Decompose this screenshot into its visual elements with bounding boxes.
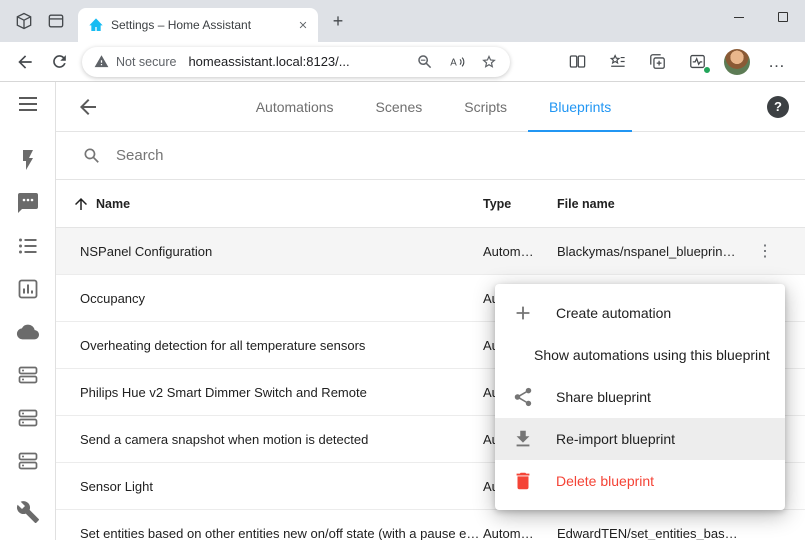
maximize-icon (778, 12, 788, 22)
menu-item-reimport-blueprint[interactable]: Re-import blueprint (495, 418, 785, 460)
security-label: Not secure (116, 55, 176, 69)
menu-item-show-automations[interactable]: Show automations using this blueprint (495, 334, 785, 376)
row-type: Autom… (483, 244, 557, 259)
window-controls (717, 0, 805, 34)
essentials-status-dot (703, 66, 711, 74)
menu-item-label: Delete blueprint (556, 473, 654, 489)
tab-scripts[interactable]: Scripts (443, 82, 528, 132)
search-field[interactable]: Search (56, 132, 805, 180)
tab-actions-icon[interactable] (40, 5, 72, 37)
new-tab-button[interactable]: + (324, 7, 352, 35)
menu-item-label: Share blueprint (556, 389, 651, 405)
back-button[interactable] (8, 45, 42, 79)
ha-header: Automations Scenes Scripts Blueprints ? (56, 82, 805, 132)
sidebar-energy-icon[interactable] (16, 148, 40, 172)
browser-tab[interactable]: Settings – Home Assistant (78, 8, 318, 42)
sidebar-developer-tools-icon[interactable] (16, 500, 40, 524)
menu-item-label: Create automation (556, 305, 671, 321)
column-header-name[interactable]: Name (56, 195, 483, 213)
row-file: EdwardTEN/set_entities_bas… (557, 526, 747, 540)
sidebar-server-icon-3[interactable] (16, 449, 40, 473)
column-header-file[interactable]: File name (557, 197, 747, 211)
address-bar[interactable]: Not secure homeassistant.local:8123/... … (82, 47, 510, 77)
home-assistant-page: Automations Scenes Scripts Blueprints ? … (0, 82, 805, 540)
address-bar-icons: A (416, 53, 498, 71)
menu-item-share-blueprint[interactable]: Share blueprint (495, 376, 785, 418)
avatar-image (724, 49, 750, 75)
collections-icon[interactable] (637, 45, 677, 79)
row-file: Blackymas/nspanel_blueprin… (557, 244, 747, 259)
ha-nav-tabs: Automations Scenes Scripts Blueprints (100, 82, 767, 132)
sort-ascending-icon (72, 195, 90, 213)
more-icon: … (768, 52, 786, 72)
profile-avatar[interactable] (717, 45, 757, 79)
zoom-out-icon[interactable] (416, 53, 434, 71)
sidebar-cloud-icon[interactable] (16, 320, 40, 344)
sidebar-server-icon-1[interactable] (16, 363, 40, 387)
menu-item-label: Re-import blueprint (556, 431, 675, 447)
svg-text:A: A (450, 57, 457, 68)
tab-blueprints[interactable]: Blueprints (528, 82, 632, 132)
tab-close-icon[interactable] (294, 16, 312, 34)
menu-item-label: Show automations using this blueprint (534, 347, 770, 363)
column-header-type[interactable]: Type (483, 197, 557, 211)
read-aloud-icon[interactable]: A (448, 53, 466, 71)
browser-toolbar: Not secure homeassistant.local:8123/... … (0, 42, 805, 82)
refresh-button[interactable] (42, 45, 76, 79)
favorites-hub-icon[interactable] (597, 45, 637, 79)
tab-automations[interactable]: Automations (235, 82, 355, 132)
table-row[interactable]: NSPanel Configuration Autom… Blackymas/n… (56, 228, 805, 275)
row-name: Occupancy (56, 291, 483, 306)
search-icon (82, 146, 102, 166)
row-name: Sensor Light (56, 479, 483, 494)
tab-scenes[interactable]: Scenes (355, 82, 444, 132)
favorite-star-icon[interactable] (480, 53, 498, 71)
sidebar-history-icon[interactable] (16, 277, 40, 301)
ha-sidebar (0, 82, 56, 540)
workspaces-icon[interactable] (8, 5, 40, 37)
row-name: Set entities based on other entities new… (56, 526, 483, 540)
url-text: homeassistant.local:8123/... (188, 54, 349, 69)
ha-back-icon[interactable] (76, 95, 100, 119)
table-header: Name Type File name (56, 180, 805, 228)
help-button[interactable]: ? (767, 96, 789, 118)
sidebar-assist-icon[interactable] (16, 191, 40, 215)
tab-title: Settings – Home Assistant (111, 18, 286, 32)
split-screen-icon[interactable] (557, 45, 597, 79)
maximize-button[interactable] (761, 0, 805, 34)
sidebar-server-icon-2[interactable] (16, 406, 40, 430)
menu-item-create-automation[interactable]: Create automation (495, 292, 785, 334)
minimize-button[interactable] (717, 0, 761, 34)
browser-tab-strip: Settings – Home Assistant + (0, 0, 805, 42)
row-type: Autom… (483, 526, 557, 540)
browser-menu-button[interactable]: … (757, 45, 797, 79)
sidebar-menu-button[interactable] (16, 92, 40, 116)
not-secure-icon (94, 54, 109, 69)
row-name: NSPanel Configuration (56, 244, 483, 259)
menu-item-delete-blueprint[interactable]: Delete blueprint (495, 460, 785, 502)
row-name: Philips Hue v2 Smart Dimmer Switch and R… (56, 385, 483, 400)
browser-essentials-icon[interactable] (677, 45, 717, 79)
row-name: Overheating detection for all temperatur… (56, 338, 483, 353)
minimize-icon (734, 17, 744, 18)
toolbar-right-icons: … (557, 45, 797, 79)
column-header-name-label: Name (96, 197, 130, 211)
blueprint-context-menu: Create automation Show automations using… (495, 284, 785, 510)
home-assistant-favicon (88, 17, 104, 33)
row-name: Send a camera snapshot when motion is de… (56, 432, 483, 447)
table-row[interactable]: Set entities based on other entities new… (56, 510, 805, 540)
row-overflow-menu-icon[interactable]: ⋮ (755, 241, 775, 261)
search-placeholder: Search (116, 147, 164, 164)
sidebar-logbook-icon[interactable] (16, 234, 40, 258)
